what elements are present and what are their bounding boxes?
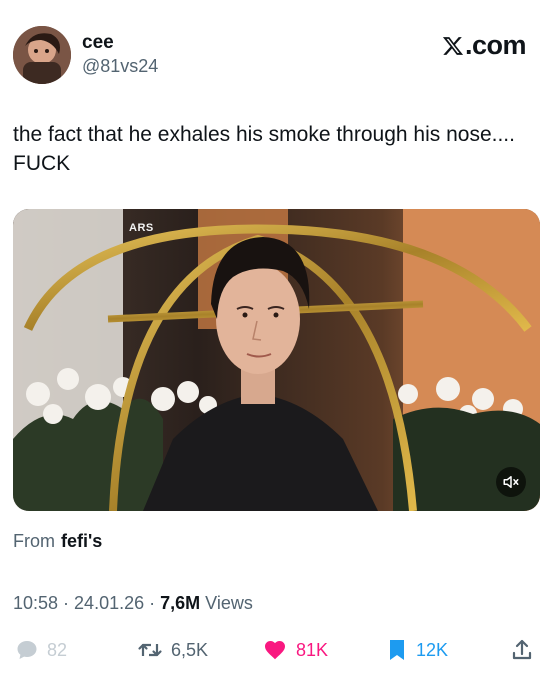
source-name[interactable]: fefi's — [61, 531, 102, 551]
user-handle[interactable]: @81vs24 — [82, 56, 158, 77]
heart-icon — [265, 641, 285, 660]
bookmark-count: 12K — [416, 639, 449, 660]
meta-separator: · — [144, 593, 161, 613]
mute-button[interactable] — [496, 467, 526, 497]
tweet-text: the fact that he exhales his smoke throu… — [13, 123, 515, 175]
tweet-time[interactable]: 10:58 — [13, 593, 58, 613]
views-label: Views — [205, 593, 253, 613]
x-brand-logo: .com — [442, 30, 527, 61]
share-icon — [512, 639, 532, 660]
bookmark-icon — [390, 640, 404, 660]
tweet-date[interactable]: 24.01.26 — [74, 593, 144, 613]
tweet-meta: 10:58 · 24.01.26 · 7,6M Views — [13, 593, 253, 614]
views-count: 7,6M — [160, 593, 201, 613]
brand-domain: .com — [464, 30, 527, 60]
video-watermark: ARS — [129, 222, 154, 234]
avatar[interactable] — [13, 26, 71, 84]
reply-button[interactable]: 82 — [15, 638, 67, 662]
tweet-video[interactable]: ARS — [13, 209, 540, 511]
retweet-icon — [138, 643, 162, 657]
like-button[interactable]: 81K — [262, 638, 328, 662]
action-bar: 82 6,5K 81K 12K — [0, 632, 553, 672]
bookmark-button[interactable]: 12K — [386, 638, 448, 662]
retweet-count: 6,5K — [171, 639, 209, 660]
meta-separator: · — [58, 593, 75, 613]
display-name[interactable]: cee — [82, 32, 114, 54]
media-source: From fefi's — [13, 531, 102, 552]
video-frame-image — [13, 209, 540, 511]
reply-icon — [17, 641, 37, 659]
share-button[interactable] — [510, 638, 542, 662]
tweet-header: cee @81vs24 .com — [0, 0, 553, 100]
x-logo-icon — [442, 36, 464, 55]
source-label: From — [13, 531, 55, 551]
speaker-muted-icon — [503, 476, 519, 488]
reply-count: 82 — [47, 639, 68, 660]
retweet-button[interactable]: 6,5K — [137, 638, 208, 662]
like-count: 81K — [296, 639, 329, 660]
